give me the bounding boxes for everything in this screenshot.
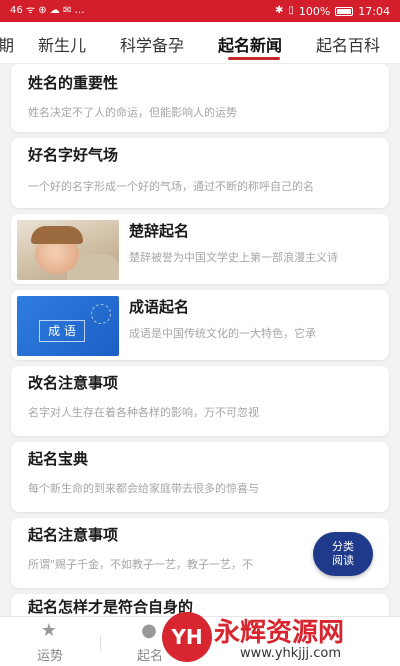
article-title: 好名字好气场 xyxy=(28,146,119,164)
article-card[interactable]: 成 语 成语起名 成语是中国传统文化的一大特色，它承 xyxy=(11,290,389,360)
article-card[interactable]: 姓名的重要性 姓名决定不了人的命运，但能影响人的运势 xyxy=(11,64,389,132)
tab-naming-wiki[interactable]: 起名百科 xyxy=(316,32,380,56)
watermark-title: 永辉资源网 xyxy=(214,618,345,648)
article-title: 改名注意事项 xyxy=(28,374,119,392)
category-reading-label-2: 阅读 xyxy=(332,554,354,567)
article-title: 成语起名 xyxy=(129,298,190,316)
star-icon: ★ xyxy=(40,620,58,641)
article-card[interactable]: 改名注意事项 名字对人生存在着各种各样的影响，万不可忽视 xyxy=(11,366,389,436)
idiom-thumbnail: 成 语 xyxy=(17,296,119,356)
category-tabs: 期 新生儿 科学备孕 起名新闻 起名百科 xyxy=(0,22,400,64)
tab-period[interactable]: 期 xyxy=(0,32,14,56)
nav-fortune[interactable]: ★ 运势 xyxy=(10,617,90,666)
article-summary: 姓名决定不了人的命运，但能影响人的运势 xyxy=(28,106,237,119)
article-card[interactable]: 楚辞起名 楚辞被誉为中国文学史上第一部浪漫主义诗 xyxy=(11,214,389,284)
watermark-logo: YH xyxy=(162,612,212,662)
clock: 17:04 xyxy=(358,4,390,18)
article-summary: 名字对人生存在着各种各样的影响，万不可忽视 xyxy=(28,406,259,419)
article-title: 姓名的重要性 xyxy=(28,74,119,92)
article-summary: 所谓"赐子千金，不如教子一艺，教子一艺，不 xyxy=(28,558,254,571)
tab-pregnancy[interactable]: 科学备孕 xyxy=(120,32,184,56)
article-card[interactable]: 起名宝典 每个新生命的到来都会给家庭带去很多的惊喜与 xyxy=(11,442,389,512)
status-indicators: 46 ᯤ ⊕ ☁ ✉ … xyxy=(10,6,85,16)
status-left-icons: 46 ᯤ ⊕ ☁ ✉ … xyxy=(10,5,85,16)
category-reading-button[interactable]: 分类 阅读 xyxy=(313,532,373,576)
active-tab-indicator xyxy=(228,57,280,60)
battery-percent: 100% xyxy=(298,4,331,18)
tab-naming-news[interactable]: 起名新闻 xyxy=(218,32,282,56)
status-bar: 46 ᯤ ⊕ ☁ ✉ … ✱ ▯ 100% 17:04 xyxy=(0,0,400,22)
baby-cap-shape xyxy=(31,226,83,244)
nav-fortune-label: 运势 xyxy=(36,649,63,664)
watermark-url: www.yhkjjj.com xyxy=(240,646,342,661)
article-summary: 每个新生命的到来都会给家庭带去很多的惊喜与 xyxy=(28,482,259,495)
battery-icon xyxy=(335,6,354,16)
article-title: 楚辞起名 xyxy=(129,222,190,240)
article-card[interactable]: 好名字好气场 一个好的名字形成一个好的气场，通过不断的称呼自己的名 xyxy=(11,138,389,208)
idiom-thumbnail-text: 成 语 xyxy=(39,320,85,342)
bluetooth-icon: ✱ xyxy=(274,5,284,16)
decorative-circle-icon xyxy=(91,304,111,324)
article-summary: 楚辞被誉为中国文学史上第一部浪漫主义诗 xyxy=(129,251,338,264)
vibrate-icon: ▯ xyxy=(288,5,294,16)
article-summary: 一个好的名字形成一个好的气场，通过不断的称呼自己的名 xyxy=(28,180,314,193)
baby-photo-thumbnail xyxy=(17,220,119,280)
article-summary: 成语是中国传统文化的一大特色，它承 xyxy=(129,327,316,340)
chat-icon: ● xyxy=(141,620,157,641)
nav-divider xyxy=(100,635,101,651)
article-title: 起名宝典 xyxy=(28,450,89,468)
tab-newborn[interactable]: 新生儿 xyxy=(38,32,86,56)
watermark: YH 永辉资源网 www.yhkjjj.com xyxy=(160,610,400,666)
status-right: ✱ ▯ 100% 17:04 xyxy=(275,5,390,18)
article-title: 起名注意事项 xyxy=(28,526,119,544)
category-reading-label-1: 分类 xyxy=(332,540,354,553)
